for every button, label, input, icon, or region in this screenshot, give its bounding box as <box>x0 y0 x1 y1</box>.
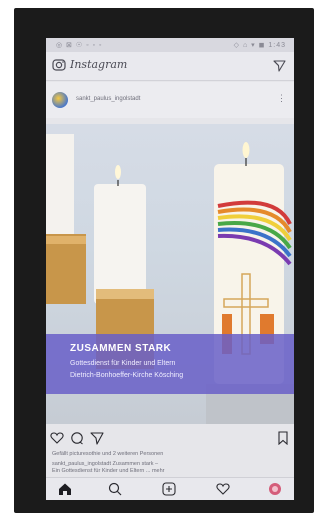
overlay-line-2: Dietrich-Bonhoeffer-Kirche Kösching <box>70 372 184 379</box>
phone-screen: ◎ ⊠ ☉ ◦ ◦ ◦ ◇ ⌂ ▾ ◼ 1:43 Instagram sankt… <box>46 38 294 500</box>
post-image[interactable]: ZUSAMMEN STARK Gottesdienst für Kinder u… <box>46 124 294 424</box>
search-icon[interactable] <box>108 482 122 496</box>
bottom-nav <box>46 477 294 500</box>
direct-icon[interactable] <box>273 59 286 72</box>
likes-line[interactable]: Gefällt picturesothie und 2 weiteren Per… <box>52 451 163 457</box>
overlay-title: ZUSAMMEN STARK <box>70 343 172 354</box>
camera-icon[interactable] <box>52 58 66 72</box>
send-icon[interactable] <box>90 431 104 445</box>
status-left: ◎ ⊠ ☉ ◦ ◦ ◦ <box>56 42 103 49</box>
post-actions <box>46 428 294 450</box>
avatar[interactable] <box>52 92 68 108</box>
overlay-card: ZUSAMMEN STARK Gottesdienst für Kinder u… <box>46 334 294 394</box>
status-right: ◇ ⌂ ▾ ◼ 1:43 <box>233 42 286 49</box>
comment-icon[interactable] <box>70 431 84 445</box>
status-bar: ◎ ⊠ ☉ ◦ ◦ ◦ ◇ ⌂ ▾ ◼ 1:43 <box>46 38 294 52</box>
caption-line-2[interactable]: Ein Gottesdienst für Kinder und Eltern .… <box>52 468 165 474</box>
bookmark-icon[interactable] <box>276 431 290 445</box>
profile-icon[interactable] <box>268 482 282 496</box>
heart-icon[interactable] <box>50 431 64 445</box>
plus-icon[interactable] <box>162 482 176 496</box>
caption-username[interactable]: sankt_paulus_ingolstadt <box>52 461 111 467</box>
post-header: sankt_paulus_ingolstadt ⋮ <box>46 82 294 118</box>
caption: sankt_paulus_ingolstadt Zusammen stark –… <box>52 461 165 475</box>
app-header: Instagram <box>46 52 294 81</box>
post-username[interactable]: sankt_paulus_ingolstadt <box>76 96 140 102</box>
more-icon[interactable]: ⋮ <box>277 94 286 103</box>
heart-icon[interactable] <box>216 482 230 496</box>
overlay-line-1: Gottesdienst für Kinder und Eltern <box>70 360 176 367</box>
app-wordmark: Instagram <box>70 58 128 71</box>
caption-text: Zusammen stark – <box>112 461 159 467</box>
home-icon[interactable] <box>58 482 72 496</box>
